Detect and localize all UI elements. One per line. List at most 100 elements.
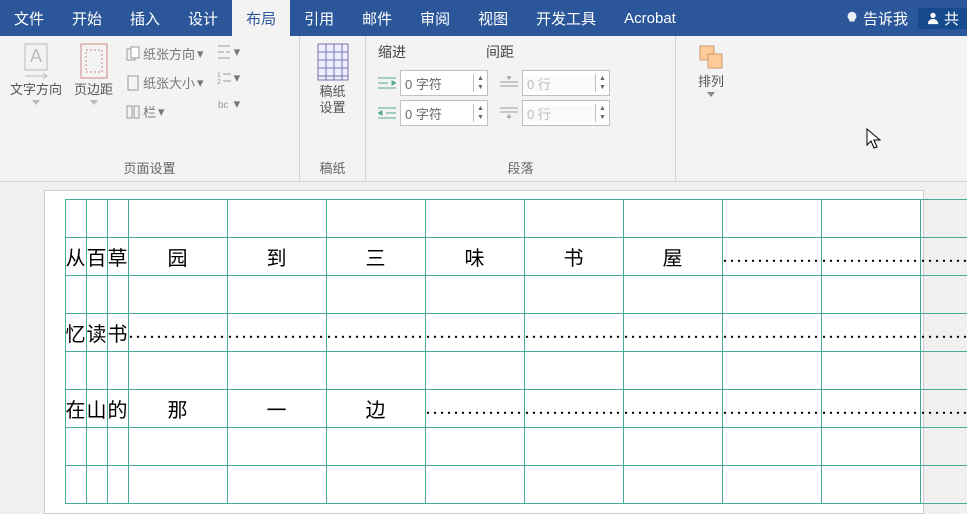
tab-developer[interactable]: 开发工具 bbox=[522, 0, 610, 36]
tab-view[interactable]: 视图 bbox=[464, 0, 522, 36]
genko-cell[interactable]: 边 bbox=[326, 390, 425, 428]
genko-cell[interactable]: .............. bbox=[227, 314, 326, 352]
cursor-icon bbox=[866, 128, 884, 150]
genko-cell[interactable]: .............. bbox=[722, 314, 821, 352]
genko-cell[interactable]: 一 bbox=[227, 390, 326, 428]
tab-acrobat[interactable]: Acrobat bbox=[610, 0, 690, 36]
genko-cell[interactable]: .............. bbox=[821, 390, 920, 428]
space-after-field[interactable] bbox=[523, 106, 595, 121]
line-numbers-button[interactable]: 12 ▾ bbox=[212, 68, 245, 88]
tab-layout[interactable]: 布局 bbox=[232, 0, 290, 36]
spin-down[interactable]: ▼ bbox=[474, 113, 487, 122]
line-numbers-icon: 12 bbox=[216, 70, 232, 86]
tell-me-search[interactable]: 告诉我 bbox=[835, 8, 918, 29]
indent-right-field[interactable] bbox=[401, 106, 473, 121]
genko-cell[interactable]: .............. bbox=[524, 390, 623, 428]
genko-cell[interactable]: .............. bbox=[920, 390, 967, 428]
genko-cell[interactable]: 书 bbox=[524, 238, 623, 276]
indent-left-input[interactable]: ▲▼ bbox=[400, 70, 488, 96]
spin-down[interactable]: ▼ bbox=[596, 113, 609, 122]
genko-cell[interactable]: .............. bbox=[722, 238, 821, 276]
arrange-button[interactable]: 排列 bbox=[692, 40, 730, 99]
genko-grid: 从百草园到三味书屋...............................… bbox=[65, 199, 967, 504]
space-after-input[interactable]: ▲▼ bbox=[522, 100, 610, 126]
paragraph-group-label: 段落 bbox=[372, 156, 669, 181]
dropdown-icon: ▾ bbox=[197, 75, 204, 91]
genko-cell[interactable]: 那 bbox=[128, 390, 227, 428]
size-label: 纸张大小 bbox=[143, 73, 195, 92]
genko-cell[interactable]: .............. bbox=[128, 314, 227, 352]
genko-cell[interactable]: 读 bbox=[86, 314, 107, 352]
tab-insert[interactable]: 插入 bbox=[116, 0, 174, 36]
genko-cell[interactable]: .............. bbox=[623, 314, 722, 352]
spin-up[interactable]: ▲ bbox=[596, 104, 609, 113]
genko-group-label: 稿纸 bbox=[306, 156, 359, 181]
share-button[interactable]: 共 bbox=[918, 8, 967, 29]
genko-cell[interactable]: 书 bbox=[107, 314, 128, 352]
spin-down[interactable]: ▼ bbox=[474, 83, 487, 92]
genko-cell[interactable]: 从 bbox=[65, 238, 86, 276]
genko-cell[interactable]: .............. bbox=[920, 238, 967, 276]
dropdown-icon: ▾ bbox=[234, 70, 241, 86]
genko-cell[interactable]: .............. bbox=[524, 314, 623, 352]
genko-icon bbox=[316, 42, 350, 82]
indent-left-field[interactable] bbox=[401, 76, 473, 91]
genko-cell[interactable]: .............. bbox=[821, 238, 920, 276]
size-button[interactable]: 纸张大小 ▾ bbox=[121, 71, 208, 94]
genko-settings-button[interactable]: 稿纸 设置 bbox=[312, 40, 354, 117]
hyphenation-button[interactable]: bc ▾ bbox=[212, 94, 245, 114]
share-label: 共 bbox=[944, 8, 959, 29]
spin-up[interactable]: ▲ bbox=[596, 74, 609, 83]
space-after-icon bbox=[500, 106, 518, 120]
tab-mailings[interactable]: 邮件 bbox=[348, 0, 406, 36]
margins-button[interactable]: 页边距 bbox=[70, 40, 117, 107]
genko-cell[interactable]: .............. bbox=[425, 314, 524, 352]
genko-cell[interactable]: 屋 bbox=[623, 238, 722, 276]
arrange-label: 排列 bbox=[698, 74, 724, 90]
tab-design[interactable]: 设计 bbox=[174, 0, 232, 36]
document-page[interactable]: 从百草园到三味书屋...............................… bbox=[44, 190, 924, 514]
orientation-label: 纸张方向 bbox=[143, 44, 195, 63]
genko-cell[interactable]: 味 bbox=[425, 238, 524, 276]
breaks-icon bbox=[216, 44, 232, 60]
spin-down[interactable]: ▼ bbox=[596, 83, 609, 92]
genko-cell[interactable]: .............. bbox=[425, 390, 524, 428]
genko-cell[interactable]: 到 bbox=[227, 238, 326, 276]
genko-cell[interactable]: 的 bbox=[107, 390, 128, 428]
tab-review[interactable]: 审阅 bbox=[406, 0, 464, 36]
tab-references[interactable]: 引用 bbox=[290, 0, 348, 36]
person-icon bbox=[926, 11, 940, 25]
spin-up[interactable]: ▲ bbox=[474, 104, 487, 113]
space-before-input[interactable]: ▲▼ bbox=[522, 70, 610, 96]
genko-cell[interactable]: 三 bbox=[326, 238, 425, 276]
indent-heading: 缩进 bbox=[378, 42, 406, 62]
columns-icon bbox=[125, 104, 141, 120]
orientation-button[interactable]: 纸张方向 ▾ bbox=[121, 42, 208, 65]
breaks-button[interactable]: ▾ bbox=[212, 42, 245, 62]
columns-label: 栏 bbox=[143, 102, 156, 121]
genko-cell[interactable]: 园 bbox=[128, 238, 227, 276]
genko-cell[interactable]: .............. bbox=[722, 390, 821, 428]
genko-cell[interactable]: 百 bbox=[86, 238, 107, 276]
margins-label: 页边距 bbox=[74, 82, 113, 98]
indent-right-input[interactable]: ▲▼ bbox=[400, 100, 488, 126]
tab-file[interactable]: 文件 bbox=[0, 0, 58, 36]
genko-cell[interactable]: 忆 bbox=[65, 314, 86, 352]
columns-button[interactable]: 栏 ▾ bbox=[121, 100, 208, 123]
dropdown-icon: ▾ bbox=[197, 46, 204, 62]
genko-cell[interactable]: 山 bbox=[86, 390, 107, 428]
dropdown-icon: ▾ bbox=[234, 44, 241, 60]
text-direction-button[interactable]: A 文字方向 bbox=[6, 40, 66, 107]
genko-cell[interactable]: .............. bbox=[623, 390, 722, 428]
arrange-icon bbox=[696, 42, 726, 72]
ribbon-tabs: 文件 开始 插入 设计 布局 引用 邮件 审阅 视图 开发工具 Acrobat … bbox=[0, 0, 967, 36]
spin-up[interactable]: ▲ bbox=[474, 74, 487, 83]
genko-cell[interactable]: .............. bbox=[326, 314, 425, 352]
genko-cell[interactable]: 在 bbox=[65, 390, 86, 428]
genko-cell[interactable]: 草 bbox=[107, 238, 128, 276]
margins-icon bbox=[77, 42, 111, 80]
genko-cell[interactable]: .............. bbox=[821, 314, 920, 352]
tab-home[interactable]: 开始 bbox=[58, 0, 116, 36]
genko-cell[interactable]: .............. bbox=[920, 314, 967, 352]
space-before-field[interactable] bbox=[523, 76, 595, 91]
